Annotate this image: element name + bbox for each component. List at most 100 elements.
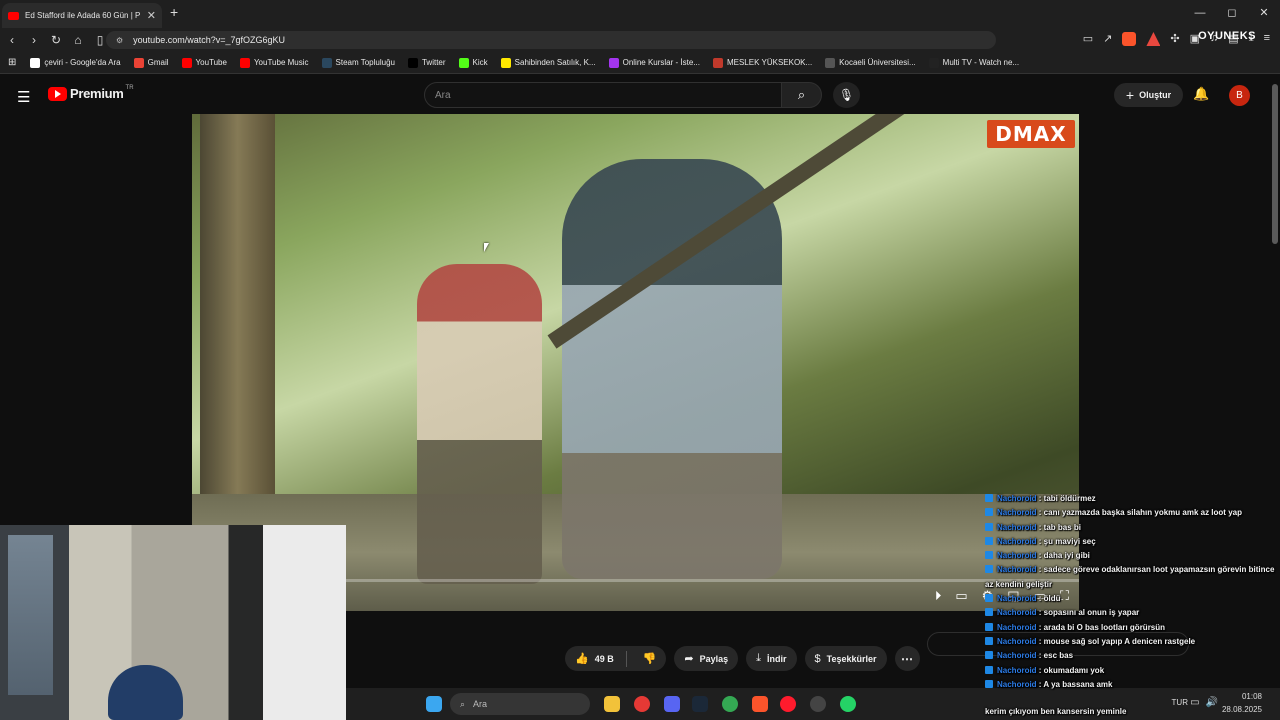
chat-tail: kerim çıkıyom ben kansersin yeminle — [985, 705, 1280, 720]
bookmark-item[interactable]: YouTube Music — [239, 57, 309, 68]
search-button[interactable]: ⌕ — [781, 82, 822, 108]
search-icon: ⌕ — [797, 87, 806, 102]
chat-message: Nachoroid : A ya bassana amk — [985, 678, 1280, 692]
chat-username: Nachoroid — [997, 651, 1037, 661]
taskbar-search[interactable]: ⌕ Ara — [450, 693, 590, 715]
region-code: TR — [125, 84, 134, 91]
bookmark-item[interactable]: çeviri - Google'da Ara — [30, 57, 121, 68]
chat-message: Nachoroid : sopasını al onun iş yapar — [985, 606, 1280, 620]
chat-text: canı yazmazda başka silahın yokmu amk az… — [1043, 508, 1242, 518]
bookmark-item[interactable]: Multi TV - Watch ne... — [928, 57, 1019, 68]
kick-icon — [458, 57, 469, 68]
download-button[interactable]: ⤓ İndir — [746, 646, 797, 671]
avatar[interactable]: B — [1229, 85, 1250, 106]
video-actions: 👍 49 B 👎 ➦ Paylaş ⤓ İndir $ Teşekkürler … — [565, 646, 920, 671]
window-controls: — ◻ ✕ — [1184, 0, 1280, 28]
like-divider — [625, 650, 627, 667]
chat-separator: : — [1036, 651, 1044, 661]
chat-text: A ya bassana amk — [1043, 679, 1113, 689]
create-button[interactable]: + Oluştur — [1114, 83, 1183, 107]
create-label: Oluştur — [1139, 90, 1172, 100]
chat-text: tab bas bi — [1043, 522, 1082, 532]
opera-icon[interactable] — [780, 696, 796, 712]
chat-separator: : — [1036, 536, 1044, 546]
google-icon — [30, 57, 41, 68]
chat-username: Nachoroid — [997, 508, 1037, 518]
media-player-icon[interactable] — [634, 696, 650, 712]
youtube-logo[interactable]: Premium TR — [48, 84, 134, 101]
extensions-icon[interactable]: ✣ — [1170, 32, 1179, 46]
chat-separator: : — [1036, 594, 1044, 604]
browser-tab-active[interactable]: Ed Stafford ile Adada 60 Gün | P ✕ — [2, 3, 162, 28]
autoplay-toggle-icon[interactable]: ⏵ — [935, 588, 942, 604]
brave-icon[interactable] — [752, 696, 768, 712]
chat-username: Nachoroid — [997, 679, 1037, 689]
whatsapp-icon[interactable] — [840, 696, 856, 712]
share-icon[interactable]: ↗ — [1103, 32, 1112, 46]
chat-separator: : — [1036, 522, 1044, 532]
bookmark-item[interactable]: Online Kurslar - İste... — [608, 57, 700, 68]
forward-icon[interactable]: › — [24, 33, 44, 47]
search-input[interactable]: Ara — [424, 82, 782, 108]
close-window-button[interactable]: ✕ — [1248, 0, 1280, 28]
close-tab-icon[interactable]: ✕ — [147, 9, 156, 22]
like-icon[interactable]: 👍 — [575, 652, 589, 665]
bookmark-item[interactable]: Twitter — [407, 57, 446, 68]
file-explorer-icon[interactable] — [604, 696, 620, 712]
like-count[interactable]: 49 B — [595, 654, 614, 664]
chat-username: Nachoroid — [997, 494, 1037, 503]
more-actions-button[interactable]: ⋯ — [894, 646, 920, 671]
subtitles-icon[interactable]: ▭ — [955, 588, 967, 604]
bookmark-item[interactable]: Gmail — [133, 57, 169, 68]
bookmark-item[interactable]: MESLEK YÜKSEKOK... — [712, 57, 812, 68]
share-arrow-icon: ➦ — [684, 653, 694, 665]
site-info-icon[interactable]: ⚙ — [116, 36, 123, 45]
chat-message: Nachoroid : tab bas bi — [985, 521, 1280, 535]
bookmark-item[interactable]: Steam Topluluğu — [321, 57, 395, 68]
chat-text: okumadamı yok — [1043, 665, 1105, 675]
guide-menu-icon[interactable]: ☰ — [17, 88, 30, 106]
steam-icon[interactable] — [692, 696, 708, 712]
scrollbar-thumb[interactable] — [1272, 84, 1278, 244]
share-button[interactable]: ➦ Paylaş — [674, 646, 739, 671]
bookmark-item[interactable]: Kick — [458, 57, 488, 68]
brave-shields-icon[interactable] — [1122, 32, 1137, 46]
thanks-button[interactable]: $ Teşekkürler — [804, 646, 887, 671]
chat-message: Nachoroid : tabi öldürmez — [985, 492, 1280, 506]
minimize-button[interactable]: — — [1184, 0, 1216, 28]
chat-separator: : — [1036, 636, 1044, 646]
bookmark-item[interactable]: YouTube — [181, 57, 227, 68]
chat-username: Nachoroid — [997, 622, 1037, 632]
bookmark-item[interactable]: Sahibinden Satılık, K... — [500, 57, 596, 68]
chrome-icon[interactable] — [722, 696, 738, 712]
chat-text: tabi öldürmez — [1043, 494, 1096, 503]
app-icon[interactable] — [810, 696, 826, 712]
reload-icon[interactable]: ↻ — [46, 33, 66, 47]
plus-icon: + — [1125, 87, 1135, 103]
menu-icon[interactable]: ≡ — [1264, 32, 1270, 46]
chat-text: daha iyi gibi — [1043, 551, 1090, 561]
address-bar[interactable]: ⚙ youtube.com/watch?v=_7gfOZG6gKU — [106, 31, 996, 49]
bookmark-label: Online Kurslar - İste... — [622, 58, 700, 67]
apps-icon[interactable]: ⊞ — [8, 57, 16, 68]
chat-username: Nachoroid — [997, 536, 1037, 546]
maximize-button[interactable]: ◻ — [1216, 0, 1248, 28]
youtube-play-icon — [48, 86, 67, 101]
new-tab-button[interactable]: + — [170, 4, 178, 20]
back-icon[interactable]: ‹ — [2, 33, 22, 47]
mouse-cursor-icon — [484, 243, 489, 252]
notifications-bell-icon[interactable]: 🔔 — [1193, 86, 1209, 102]
url-text: youtube.com/watch?v=_7gfOZG6gKU — [133, 35, 286, 45]
webcam-window — [8, 535, 53, 695]
dislike-icon[interactable]: 👎 — [633, 652, 667, 665]
chat-username: Nachoroid — [997, 565, 1037, 575]
chat-username: Nachoroid — [997, 522, 1037, 532]
windows-start-icon[interactable] — [426, 696, 442, 712]
home-icon[interactable]: ⌂ — [68, 33, 88, 47]
brave-rewards-icon[interactable] — [1146, 32, 1161, 46]
discord-icon[interactable] — [664, 696, 680, 712]
voice-search-button[interactable]: 🎙 — [833, 82, 860, 108]
chat-tail-text: kerim çıkıyom ben kansersin yeminle — [985, 707, 1127, 716]
cast-icon[interactable]: ▭ — [1083, 32, 1093, 46]
bookmark-item[interactable]: Kocaeli Üniversitesi... — [825, 57, 916, 68]
